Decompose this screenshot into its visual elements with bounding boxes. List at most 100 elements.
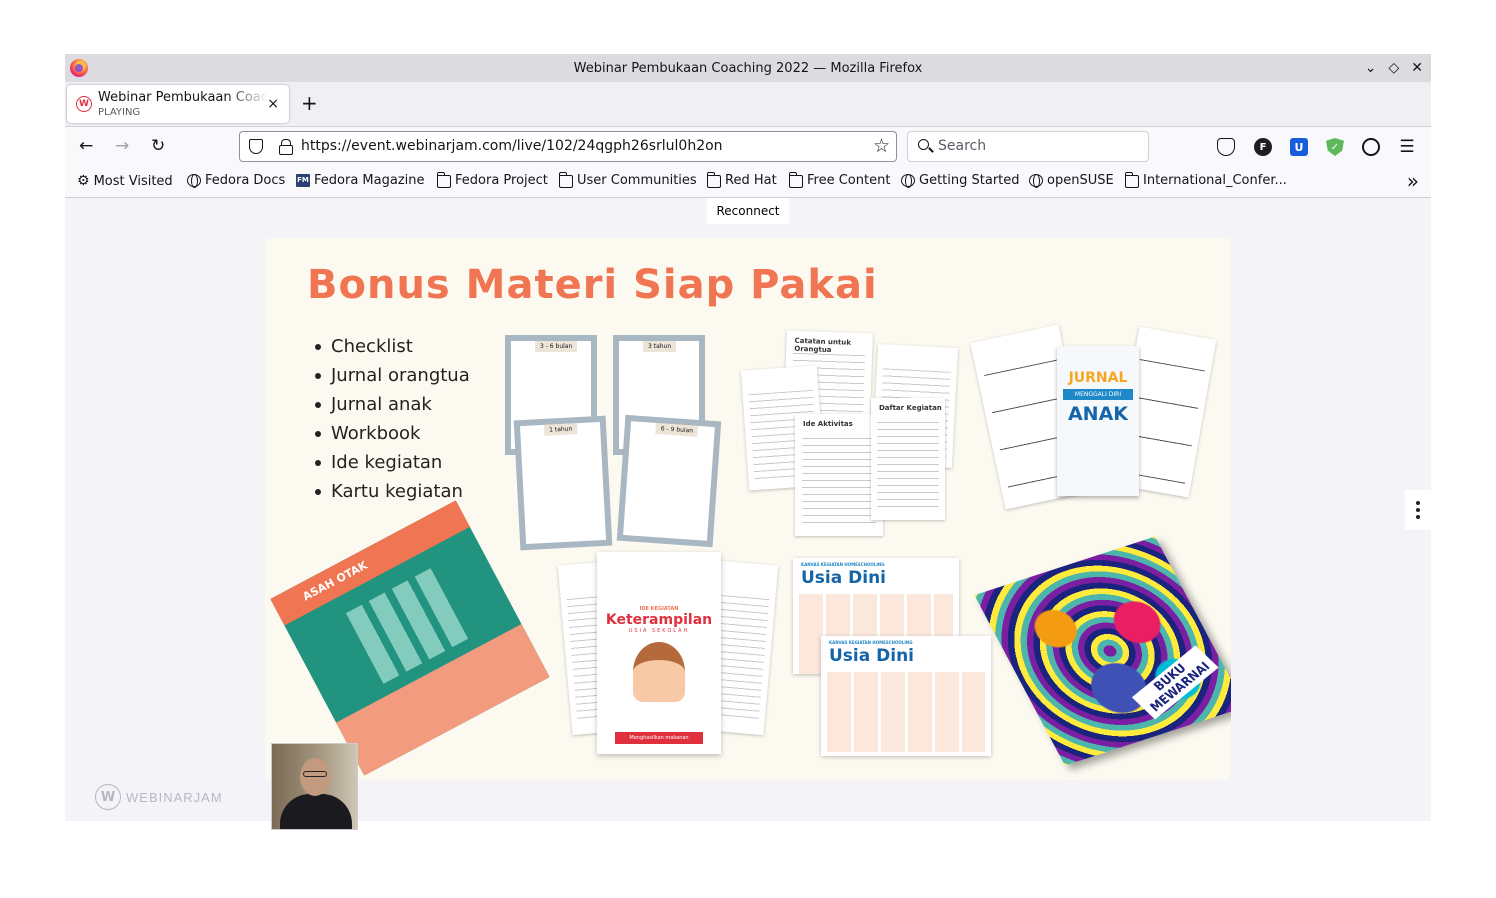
extension-f-icon[interactable]: F (1254, 138, 1272, 156)
bitwarden-icon[interactable]: U (1290, 138, 1308, 156)
glasses-icon (303, 771, 327, 777)
gear-icon: ⚙ (77, 173, 90, 189)
tab-webinar[interactable]: W Webinar Pembukaan Coaching 2022 PLAYIN… (67, 85, 289, 123)
activity-card: 6 - 9 bulan (616, 414, 722, 548)
card-tag: 6 - 9 bulan (655, 422, 699, 437)
firefox-logo-icon (70, 59, 88, 77)
webinarjam-favicon-icon: W (76, 96, 92, 112)
new-tab-button[interactable]: + (301, 91, 318, 115)
tab-playing-label: PLAYING (98, 107, 141, 118)
usia-dini-header: KANVAS KEGIATAN HOMESCHOOLING (829, 640, 913, 645)
folder-icon (789, 171, 803, 188)
slide-title: Bonus Materi Siap Pakai (307, 262, 878, 308)
bookmark-most-visited[interactable]: ⚙ Most Visited (77, 173, 173, 189)
card-tag: 1 tahun (543, 423, 578, 436)
bookmark-label: Fedora Project (455, 173, 548, 188)
bullet-item: Jurnal orangtua (315, 361, 470, 390)
bullet-item: Checklist (315, 332, 470, 361)
tab-strip: W Webinar Pembukaan Coaching 2022 PLAYIN… (65, 82, 1431, 126)
tracking-shield-icon[interactable] (249, 139, 263, 154)
hamburger-menu-icon[interactable]: ☰ (1398, 137, 1416, 157)
search-input[interactable]: Search (907, 131, 1149, 162)
bookmark-label: Most Visited (93, 173, 173, 189)
bullet-item: Jurnal anak (315, 390, 470, 419)
activity-card: 1 tahun (513, 415, 613, 551)
bookmark-label: User Communities (577, 173, 697, 188)
bookmark-star-icon[interactable]: ☆ (873, 135, 890, 157)
bookmark-fedora-project[interactable]: Fedora Project (437, 171, 548, 188)
usia-dini-title: Usia Dini (801, 568, 887, 588)
card-tag: 3 tahun (643, 341, 677, 352)
usia-dini-title: Usia Dini (829, 646, 915, 666)
bullet-item: Ide kegiatan (315, 448, 470, 477)
globe-icon (1029, 174, 1043, 188)
fedora-magazine-icon: FM (296, 174, 310, 187)
bookmark-red-hat[interactable]: Red Hat (707, 171, 777, 188)
pocket-icon[interactable] (1217, 138, 1235, 156)
bookmark-label: Getting Started (919, 173, 1020, 188)
bullet-item: Workbook (315, 419, 470, 448)
slide-bullet-list: Checklist Jurnal orangtua Jurnal anak Wo… (315, 332, 470, 506)
folder-icon (707, 171, 721, 188)
maximize-icon[interactable]: ◇ (1388, 60, 1399, 76)
bookmark-opensuse[interactable]: openSUSE (1029, 173, 1114, 188)
webinarjam-logo-icon: W (95, 784, 121, 810)
search-placeholder: Search (938, 138, 987, 154)
bookmark-free-content[interactable]: Free Content (789, 171, 891, 188)
forward-arrow-icon[interactable]: → (115, 136, 129, 156)
globe-icon (901, 174, 915, 188)
more-options-kebab-icon[interactable] (1405, 490, 1431, 530)
jurnal-anak-label: ANAK (1067, 403, 1129, 425)
window-controls: ⌄ ◇ ✕ (1365, 54, 1423, 82)
child-illustration (633, 642, 685, 702)
presenter-webcam[interactable] (271, 743, 358, 830)
bookmarks-toolbar: ⚙ Most Visited Fedora Docs FM Fedora Mag… (65, 166, 1431, 198)
usia-dini-header: KANVAS KEGIATAN HOMESCHOOLING (801, 562, 885, 567)
card-tag: 3 - 6 bulan (535, 341, 578, 352)
reload-icon[interactable]: ↻ (151, 136, 165, 156)
asah-otak-workbook: ASAH OTAK (270, 500, 550, 776)
window-title: Webinar Pembukaan Coaching 2022 — Mozill… (573, 60, 923, 76)
bookmark-label: Free Content (807, 173, 891, 188)
bookmark-international-conf[interactable]: International_Confer... (1125, 171, 1287, 188)
bookmarks-overflow-chevron-icon[interactable]: » (1407, 169, 1419, 193)
bookmark-label: Fedora Magazine (314, 173, 425, 188)
keterampilan-title: Keterampilan (605, 612, 713, 628)
browser-window: Webinar Pembukaan Coaching 2022 — Mozill… (65, 54, 1431, 830)
bookmark-getting-started[interactable]: Getting Started (901, 173, 1020, 188)
presentation-slide: Bonus Materi Siap Pakai Checklist Jurnal… (265, 238, 1231, 780)
bookmark-label: Fedora Docs (205, 173, 286, 188)
bookmark-label: Red Hat (725, 173, 777, 188)
bookmark-label: openSUSE (1047, 173, 1114, 188)
folder-icon (1125, 171, 1139, 188)
title-bar: Webinar Pembukaan Coaching 2022 — Mozill… (65, 54, 1431, 82)
back-arrow-icon[interactable]: ← (79, 136, 93, 156)
webinar-page: Reconnect Bonus Materi Siap Pakai Checkl… (65, 198, 1431, 830)
tab-close-icon[interactable]: × (267, 96, 279, 112)
folder-icon (437, 171, 451, 188)
jurnal-anak-cover: JURNAL MENGGALI DIRI ANAK (1057, 346, 1139, 496)
bookmark-fedora-docs[interactable]: Fedora Docs (187, 173, 285, 188)
worksheet-page: Ide Aktivitas (795, 414, 883, 536)
extension-sync-icon[interactable] (1362, 138, 1380, 156)
worksheet-title: Ide Aktivitas (803, 420, 853, 428)
ublock-shield-icon[interactable]: ✓ (1326, 138, 1344, 156)
url-text[interactable]: https://event.webinarjam.com/live/102/24… (301, 138, 723, 154)
url-bar[interactable]: https://event.webinarjam.com/live/102/24… (239, 131, 897, 162)
bookmark-fedora-magazine[interactable]: FM Fedora Magazine (296, 173, 425, 188)
keterampilan-cover: IDE KEGIATAN Keterampilan USIA SEKOLAH M… (597, 552, 721, 754)
search-icon (918, 139, 929, 150)
lock-icon[interactable] (279, 139, 293, 155)
worksheet-page: Daftar Kegiatan (871, 398, 945, 520)
bookmark-user-communities[interactable]: User Communities (559, 171, 697, 188)
minimize-icon[interactable]: ⌄ (1365, 60, 1377, 76)
keterampilan-footer: Menghasilkan makanan (615, 732, 703, 744)
jurnal-subtitle: MENGGALI DIRI (1063, 389, 1133, 400)
close-window-icon[interactable]: ✕ (1411, 60, 1423, 76)
bullet-item: Kartu kegiatan (315, 477, 470, 506)
keterampilan-subtitle: USIA SEKOLAH (628, 628, 690, 634)
usia-dini-sheet: KANVAS KEGIATAN HOMESCHOOLING Usia Dini (821, 636, 991, 756)
folder-icon (559, 171, 573, 188)
tab-title: Webinar Pembukaan Coaching 2022 (98, 90, 268, 105)
reconnect-button[interactable]: Reconnect (707, 198, 789, 224)
